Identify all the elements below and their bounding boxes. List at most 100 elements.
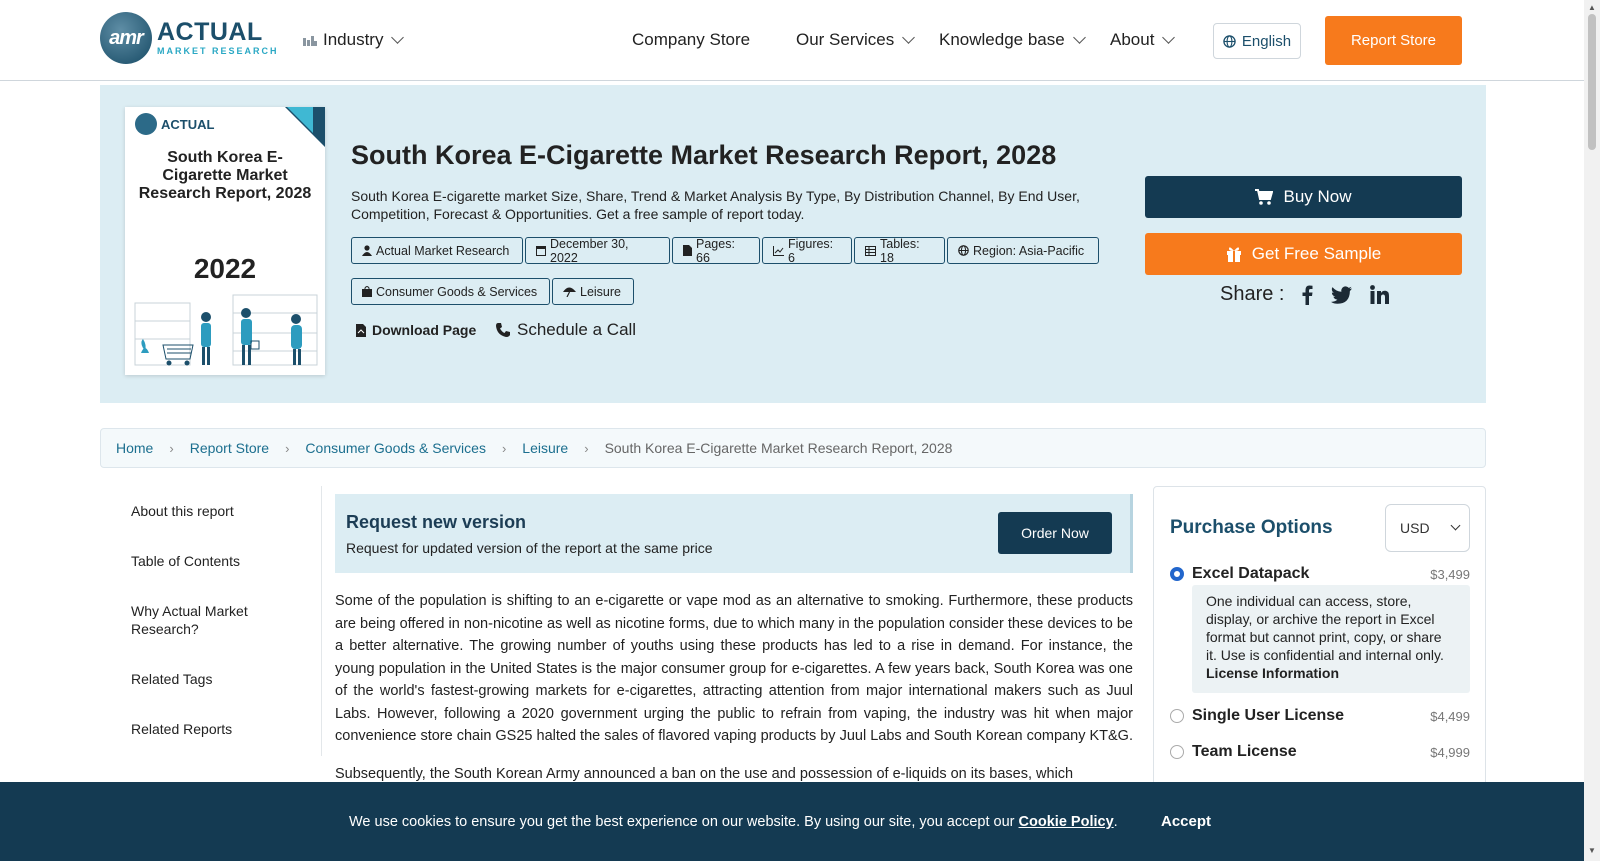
bag-icon xyxy=(362,286,372,297)
nav-our-services[interactable]: Our Services xyxy=(796,30,916,50)
pdf-icon xyxy=(356,323,366,337)
buy-now-button[interactable]: Buy Now xyxy=(1145,176,1462,218)
currency-select[interactable]: USD xyxy=(1385,504,1470,552)
sidebar-item-why[interactable]: Why Actual Market Research? xyxy=(131,602,281,638)
sidebar-item-about[interactable]: About this report xyxy=(131,502,234,520)
order-now-button[interactable]: Order Now xyxy=(998,512,1112,554)
chevron-down-icon xyxy=(1450,520,1461,531)
nav-company-store[interactable]: Company Store xyxy=(632,30,750,50)
report-store-button[interactable]: Report Store xyxy=(1325,16,1462,65)
nav-knowledge-base-label: Knowledge base xyxy=(939,30,1065,49)
option-excel-datapack[interactable]: Excel Datapack $3,499 xyxy=(1170,565,1470,583)
breadcrumb-report-store[interactable]: Report Store xyxy=(190,440,269,456)
cover-brand: ACTUAL xyxy=(161,116,215,132)
get-free-sample-button[interactable]: Get Free Sample xyxy=(1145,233,1462,275)
cookie-text: We use cookies to ensure you get the bes… xyxy=(349,814,1015,830)
page-scrollbar[interactable]: ▲ ▼ xyxy=(1584,0,1600,861)
schedule-call-label: Schedule a Call xyxy=(517,320,637,339)
nav-industry-label: Industry xyxy=(323,30,384,49)
category-leisure-label: Leisure xyxy=(580,284,621,299)
shoppers-illustration xyxy=(134,294,318,366)
scroll-down-arrow-icon[interactable]: ▼ xyxy=(1588,846,1596,855)
site-header: amr ACTUAL MARKET RESEARCH Industry Comp… xyxy=(0,0,1584,81)
globe-icon xyxy=(958,245,969,256)
nav-knowledge-base[interactable]: Knowledge base xyxy=(939,30,1086,50)
chevron-down-icon xyxy=(1072,31,1086,44)
license-information-link[interactable]: License Information xyxy=(1206,665,1339,681)
cookie-policy-link[interactable]: Cookie Policy xyxy=(1019,814,1114,830)
sidebar-item-tags[interactable]: Related Tags xyxy=(131,670,212,688)
free-sample-label: Get Free Sample xyxy=(1251,244,1382,263)
tag-publisher[interactable]: Actual Market Research xyxy=(351,237,523,264)
option-team-license[interactable]: Team License $4,999 xyxy=(1170,743,1470,761)
request-new-version-banner: Request new version Request for updated … xyxy=(335,494,1133,573)
report-cover-image: ACTUAL South Korea E-Cigarette Market Re… xyxy=(125,107,325,375)
tag-pages: Pages: 66 xyxy=(672,237,760,265)
umbrella-icon xyxy=(563,286,576,297)
breadcrumb-leisure[interactable]: Leisure xyxy=(522,440,568,456)
request-title: Request new version xyxy=(346,512,527,532)
globe-icon xyxy=(1223,34,1236,48)
logo-tagline: MARKET RESEARCH xyxy=(157,46,279,56)
phone-icon xyxy=(495,322,511,338)
option-price: $3,499 xyxy=(1430,566,1470,582)
language-selector[interactable]: English xyxy=(1213,23,1301,59)
scroll-up-arrow-icon[interactable]: ▲ xyxy=(1588,3,1596,12)
radio-selected[interactable] xyxy=(1170,567,1184,581)
report-sidebar-nav: About this report Table of Contents Why … xyxy=(100,486,322,756)
share-label: Share : xyxy=(1220,283,1285,305)
language-label: English xyxy=(1241,32,1292,50)
chevron-right-icon: › xyxy=(169,440,174,456)
cover-year: 2022 xyxy=(193,253,257,284)
facebook-icon[interactable] xyxy=(1302,285,1313,305)
cookie-banner: We use cookies to ensure you get the bes… xyxy=(0,782,1584,861)
chevron-right-icon: › xyxy=(285,440,290,456)
option-name: Excel Datapack xyxy=(1192,565,1310,582)
tag-figures-label: Figures: 6 xyxy=(788,236,834,265)
purchase-options-title: Purchase Options xyxy=(1170,517,1333,538)
gift-icon xyxy=(1226,246,1242,262)
linkedin-icon[interactable] xyxy=(1370,285,1390,304)
license-description: One individual can access, store, displa… xyxy=(1192,585,1470,693)
table-icon xyxy=(865,245,876,256)
chart-icon xyxy=(773,245,784,256)
download-page-label: Download Page xyxy=(372,322,477,338)
scrollbar-thumb[interactable] xyxy=(1588,14,1596,150)
tag-date: December 30, 2022 xyxy=(525,236,670,265)
cover-logo: ACTUAL xyxy=(135,113,214,135)
cover-title: South Korea E-Cigarette Market Research … xyxy=(138,149,312,202)
tag-figures: Figures: 6 xyxy=(762,236,852,265)
option-name: Single User License xyxy=(1192,707,1345,724)
report-description: Some of the population is shifting to an… xyxy=(335,590,1133,800)
site-logo[interactable]: amr ACTUAL MARKET RESEARCH xyxy=(100,12,279,64)
download-page-link[interactable]: Download Page xyxy=(356,322,476,338)
radio-unselected[interactable] xyxy=(1170,709,1184,723)
twitter-icon[interactable] xyxy=(1331,285,1353,304)
tag-region[interactable]: Region: Asia-Pacific xyxy=(947,237,1099,264)
breadcrumb-consumer-goods[interactable]: Consumer Goods & Services xyxy=(305,440,486,456)
accept-cookies-button[interactable]: Accept xyxy=(1161,813,1211,830)
page-title: South Korea E-Cigarette Market Research … xyxy=(351,140,1057,170)
nav-our-services-label: Our Services xyxy=(796,30,895,49)
sidebar-item-toc[interactable]: Table of Contents xyxy=(131,552,240,570)
nav-about[interactable]: About xyxy=(1110,30,1176,50)
sidebar-item-related[interactable]: Related Reports xyxy=(131,720,232,738)
logo-name: ACTUAL xyxy=(157,18,263,46)
tag-publisher-label: Actual Market Research xyxy=(376,243,510,258)
currency-value: USD xyxy=(1400,520,1430,536)
category-consumer-goods[interactable]: Consumer Goods & Services xyxy=(351,278,550,305)
breadcrumb-home[interactable]: Home xyxy=(116,440,153,456)
radio-unselected[interactable] xyxy=(1170,745,1184,759)
option-name: Team License xyxy=(1192,743,1297,760)
option-single-user[interactable]: Single User License $4,499 xyxy=(1170,707,1470,725)
chevron-down-icon xyxy=(902,31,916,44)
body-paragraph: Some of the population is shifting to an… xyxy=(335,593,1133,744)
nav-industry[interactable]: Industry xyxy=(303,30,405,50)
tag-date-label: December 30, 2022 xyxy=(550,236,629,265)
breadcrumb-current: South Korea E-Cigarette Market Research … xyxy=(604,440,953,456)
category-leisure[interactable]: Leisure xyxy=(552,278,634,305)
schedule-call-link[interactable]: Schedule a Call xyxy=(495,320,636,340)
purchase-options-panel: Purchase Options USD Excel Datapack $3,4… xyxy=(1153,486,1486,786)
buy-now-label: Buy Now xyxy=(1283,187,1352,206)
option-price: $4,999 xyxy=(1430,744,1470,760)
